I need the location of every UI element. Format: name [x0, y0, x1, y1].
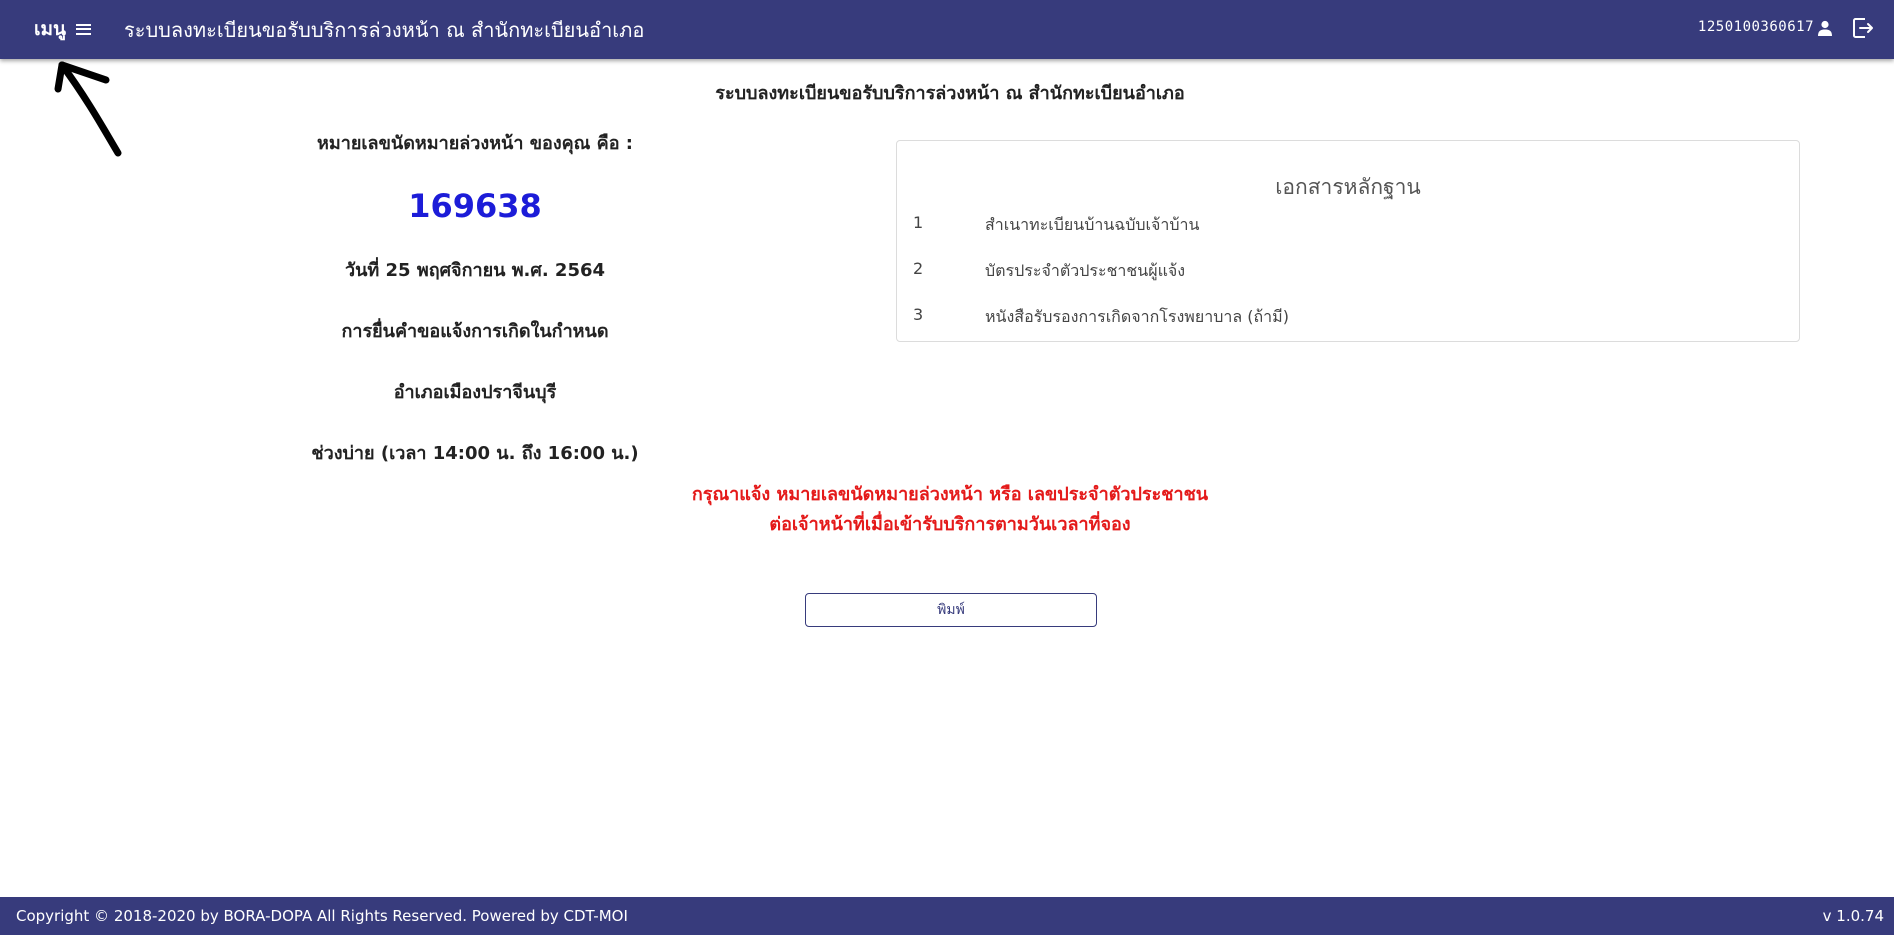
app-title: ระบบลงทะเบียนขอรับบริการล่วงหน้า ณ สำนัก… [124, 18, 645, 42]
document-text: หนังสือรับรองการเกิดจากโรงพยาบาล (ถ้ามี) [985, 307, 1289, 326]
document-number: 2 [913, 259, 924, 278]
document-text: บัตรประจำตัวประชาชนผู้แจ้ง [985, 261, 1186, 280]
copyright-text: Copyright © 2018-2020 by BORA-DOPA All R… [16, 907, 628, 925]
documents-title: เอกสารหลักฐาน [1275, 175, 1421, 199]
user-icon[interactable] [1818, 20, 1832, 36]
document-text: สำเนาทะเบียนบ้านฉบับเจ้าบ้าน [985, 215, 1200, 234]
queue-label: หมายเลขนัดหมายล่วงหน้า ของคุณ คือ : [317, 133, 633, 154]
menu-label: เมนู [34, 18, 67, 40]
menu-button[interactable]: เมนู [34, 16, 92, 42]
office-name: อำเภอเมืองปราจีนบุรี [393, 382, 557, 403]
document-item: 3 หนังสือรับรองการเกิดจากโรงพยาบาล (ถ้าม… [913, 305, 1289, 330]
document-item: 2 บัตรประจำตัวประชาชนผู้แจ้ง [913, 259, 1185, 284]
document-number: 3 [913, 305, 924, 324]
top-navbar: เมนู ระบบลงทะเบียนขอรับบริการล่วงหน้า ณ … [0, 0, 1894, 59]
footer: Copyright © 2018-2020 by BORA-DOPA All R… [0, 897, 1894, 935]
warning-message: กรุณาแจ้ง หมายเลขนัดหมายล่วงหน้า หรือ เล… [0, 480, 1894, 540]
version-text: v 1.0.74 [1822, 907, 1884, 925]
warning-line-2: ต่อเจ้าหน้าที่เมื่อเข้ารับบริการตามวันเว… [769, 514, 1131, 535]
service-name: การยื่นคำขอแจ้งการเกิดในกำหนด [341, 321, 609, 342]
logout-icon[interactable] [1852, 17, 1874, 39]
print-button[interactable]: พิมพ์ [805, 593, 1097, 627]
annotation-arrow [54, 61, 122, 157]
document-number: 1 [913, 213, 924, 232]
hamburger-icon [76, 23, 92, 35]
appointment-info: หมายเลขนัดหมายล่วงหน้า ของคุณ คือ : 1696… [275, 128, 675, 467]
documents-card: เอกสารหลักฐาน 1 สำเนาทะเบียนบ้านฉบับเจ้า… [896, 140, 1800, 342]
user-id: 1250100360617 [1697, 19, 1814, 35]
document-item: 1 สำเนาทะเบียนบ้านฉบับเจ้าบ้าน [913, 213, 1199, 238]
warning-line-1: กรุณาแจ้ง หมายเลขนัดหมายล่วงหน้า หรือ เล… [691, 484, 1209, 505]
time-slot: ช่วงบ่าย (เวลา 14:00 น. ถึง 16:00 น.) [311, 443, 639, 464]
appointment-date: วันที่ 25 พฤศจิกายน พ.ศ. 2564 [344, 260, 606, 281]
queue-number: 169638 [408, 187, 542, 225]
page-heading: ระบบลงทะเบียนขอรับบริการล่วงหน้า ณ สำนัก… [715, 83, 1185, 104]
